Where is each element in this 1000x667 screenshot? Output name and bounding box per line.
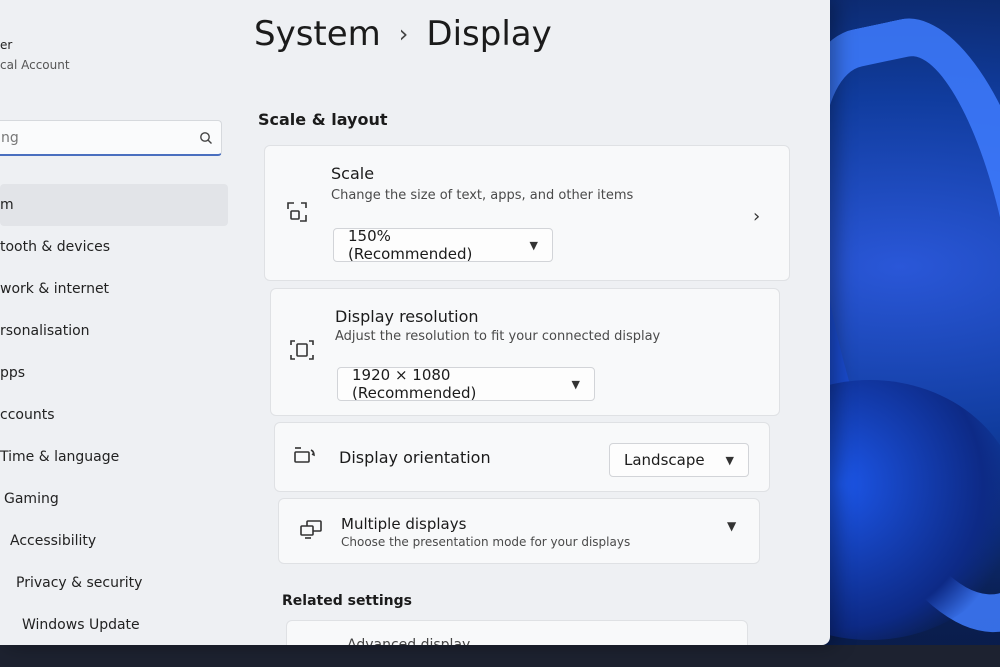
- scale-subtitle: Change the size of text, apps, and other…: [331, 188, 634, 203]
- sidebar-item-network[interactable]: work & internet: [0, 268, 228, 310]
- sidebar-item-personalisation[interactable]: rsonalisation: [0, 310, 228, 352]
- breadcrumb-parent[interactable]: System: [254, 14, 381, 54]
- breadcrumb: System › Display: [254, 14, 552, 54]
- sidebar-item-windows-update[interactable]: Windows Update: [0, 604, 228, 645]
- sidebar-item-label: ccounts: [0, 407, 55, 423]
- resolution-dropdown[interactable]: 1920 × 1080 (Recommended) ▼: [337, 366, 595, 402]
- taskbar: [0, 645, 1000, 667]
- sidebar-item-label: pps: [0, 365, 26, 381]
- orientation-card: Display orientation Landscape ▼: [274, 422, 770, 492]
- multiple-displays-icon: [299, 519, 323, 539]
- orientation-dropdown[interactable]: Landscape ▼: [609, 443, 749, 477]
- sidebar-item-time-language[interactable]: Time & language: [0, 436, 228, 478]
- search-box[interactable]: ng: [0, 120, 222, 156]
- chevron-down-icon: ▼: [725, 453, 734, 467]
- sidebar-item-label: tooth & devices: [0, 239, 111, 255]
- sidebar: er cal Account ng m tooth & devices work…: [0, 0, 235, 645]
- chevron-down-icon: ▼: [571, 377, 580, 391]
- main-content: System › Display Scale & layout Scale Ch…: [250, 0, 810, 645]
- sidebar-item-label: Windows Update: [22, 617, 140, 633]
- related-settings-title: Related settings: [282, 593, 412, 609]
- sidebar-item-label: Privacy & security: [16, 575, 143, 591]
- multiple-displays-title: Multiple displays: [341, 515, 467, 533]
- sidebar-item-system[interactable]: m: [0, 184, 228, 226]
- sidebar-item-accounts[interactable]: ccounts: [0, 394, 228, 436]
- multiple-displays-subtitle: Choose the presentation mode for your di…: [341, 535, 631, 549]
- resolution-title: Display resolution: [335, 307, 479, 326]
- sidebar-item-label: work & internet: [0, 281, 110, 297]
- breadcrumb-separator: ›: [398, 20, 409, 48]
- user-name: er: [0, 38, 13, 52]
- search-icon[interactable]: [191, 131, 221, 145]
- orientation-icon: [293, 445, 317, 465]
- chevron-down-icon: ▼: [529, 238, 538, 252]
- sidebar-item-label: Time & language: [0, 449, 120, 465]
- sidebar-nav: m tooth & devices work & internet rsonal…: [0, 184, 228, 645]
- resolution-subtitle: Adjust the resolution to fit your connec…: [335, 329, 661, 344]
- scale-value: 150% (Recommended): [348, 227, 473, 263]
- sidebar-item-label: m: [0, 197, 14, 213]
- sidebar-item-accessibility[interactable]: Accessibility: [0, 520, 228, 562]
- advanced-display-label: Advanced display: [347, 637, 471, 645]
- sidebar-item-label: Accessibility: [10, 533, 97, 549]
- scale-card[interactable]: Scale Change the size of text, apps, and…: [264, 145, 790, 281]
- multiple-displays-card[interactable]: Multiple displays Choose the presentatio…: [278, 498, 760, 564]
- orientation-title: Display orientation: [339, 448, 491, 467]
- sidebar-item-label: Gaming: [4, 491, 59, 507]
- sidebar-item-bluetooth[interactable]: tooth & devices: [0, 226, 228, 268]
- sidebar-item-privacy[interactable]: Privacy & security: [0, 562, 228, 604]
- chevron-down-icon[interactable]: ▼: [727, 519, 736, 533]
- scale-icon: [285, 200, 309, 224]
- sidebar-item-label: rsonalisation: [0, 323, 90, 339]
- settings-window: er cal Account ng m tooth & devices work…: [0, 0, 830, 645]
- sidebar-item-apps[interactable]: pps: [0, 352, 228, 394]
- orientation-value: Landscape: [624, 451, 705, 469]
- scale-dropdown[interactable]: 150% (Recommended) ▼: [333, 227, 553, 263]
- resolution-card: Display resolution Adjust the resolution…: [270, 288, 780, 416]
- page-title: Display: [426, 14, 552, 54]
- section-title: Scale & layout: [258, 110, 388, 129]
- chevron-right-icon[interactable]: ›: [753, 206, 760, 227]
- search-input[interactable]: ng: [1, 130, 191, 146]
- advanced-display-card[interactable]: Advanced display: [286, 620, 748, 645]
- resolution-value: 1920 × 1080 (Recommended): [352, 366, 477, 402]
- sidebar-item-gaming[interactable]: Gaming: [0, 478, 228, 520]
- user-account-type: cal Account: [0, 58, 70, 72]
- scale-title: Scale: [331, 164, 375, 183]
- resolution-icon: [289, 339, 315, 361]
